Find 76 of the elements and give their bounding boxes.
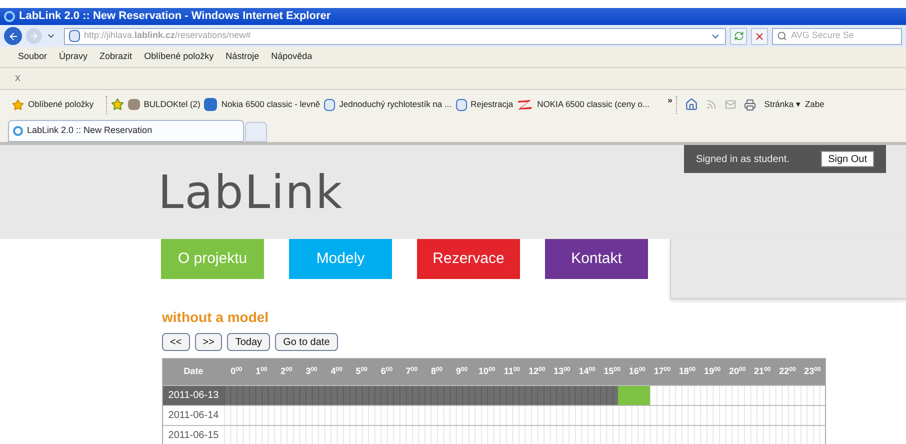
mail-icon[interactable] bbox=[725, 99, 736, 110]
site-logo[interactable]: LabLink bbox=[158, 169, 344, 215]
menu-item[interactable]: Nápověda bbox=[271, 50, 312, 64]
page-menu[interactable]: Stránka ▾ bbox=[764, 98, 801, 111]
column-header: 11$^{00}$ bbox=[502, 365, 522, 378]
calendar-button[interactable]: Today bbox=[227, 333, 270, 351]
feed-icon[interactable] bbox=[706, 99, 718, 110]
column-header: 12$^{00}$ bbox=[528, 365, 546, 378]
star-icon bbox=[12, 98, 24, 110]
overflow-chevron[interactable]: » bbox=[668, 94, 672, 107]
menu-item[interactable]: Oblíbené položky bbox=[144, 50, 214, 64]
column-header: 13$^{00}$ bbox=[552, 365, 572, 378]
favorite-link[interactable]: Nokia 6500 classic - levně bbox=[204, 98, 320, 111]
column-header: 1$^{00}$ bbox=[254, 365, 268, 378]
forward-arrow-icon bbox=[29, 31, 39, 41]
close-toolbar-text[interactable]: x bbox=[15, 70, 20, 87]
column-header: 5$^{00}$ bbox=[354, 365, 368, 378]
calendar-button[interactable]: >> bbox=[194, 333, 222, 351]
column-header: 0$^{00}$ bbox=[230, 365, 244, 378]
favorite-link[interactable]: NOKIA 6500 classic (ceny o... bbox=[517, 98, 650, 111]
column-header: 15$^{00}$ bbox=[602, 365, 622, 378]
window-title: LabLink 2.0 :: New Reservation - Windows Internet Explorer bbox=[19, 9, 331, 24]
back-arrow-icon bbox=[8, 30, 18, 42]
favorites-button[interactable]: Oblíbené položky bbox=[12, 98, 94, 111]
stop-button[interactable] bbox=[751, 28, 768, 44]
refresh-button[interactable] bbox=[730, 28, 747, 44]
column-header: 22$^{00}$ bbox=[778, 365, 797, 378]
menu-item[interactable]: Nástroje bbox=[226, 50, 260, 64]
column-header: 3$^{00}$ bbox=[304, 365, 318, 378]
favorite-link[interactable]: BULDOKtel (2) bbox=[128, 98, 200, 111]
column-header: 14$^{00}$ bbox=[578, 365, 596, 378]
nav-link[interactable]: Rezervace bbox=[417, 239, 520, 279]
calendar-button[interactable]: << bbox=[162, 333, 190, 351]
column-header: 6$^{00}$ bbox=[380, 365, 394, 378]
menu-item[interactable]: Zobrazit bbox=[100, 50, 132, 64]
signed-in-text: Signed in as student. bbox=[696, 152, 790, 166]
column-header: 16$^{00}$ bbox=[628, 365, 647, 378]
print-icon[interactable] bbox=[744, 98, 756, 110]
column-header: Date bbox=[182, 365, 204, 378]
column-header: 18$^{00}$ bbox=[678, 365, 697, 378]
back-button[interactable] bbox=[4, 27, 22, 45]
column-header: 21$^{00}$ bbox=[753, 365, 772, 378]
column-header: 10$^{00}$ bbox=[478, 365, 496, 378]
url-text: http://jihlava.lablink.cz/reservations/new# bbox=[84, 29, 251, 42]
column-header: 19$^{00}$ bbox=[702, 365, 722, 378]
logo-icon bbox=[517, 99, 534, 110]
safety-menu[interactable]: Zabe bbox=[804, 98, 824, 111]
column-header: 7$^{00}$ bbox=[404, 365, 419, 378]
date-cell[interactable]: 2011-06-13 bbox=[163, 386, 224, 405]
column-header: 9$^{00}$ bbox=[454, 365, 469, 378]
home-icon[interactable] bbox=[685, 98, 698, 111]
column-header: 20$^{00}$ bbox=[728, 365, 747, 378]
favorite-link[interactable]: Rejestracja bbox=[456, 98, 514, 111]
refresh-icon bbox=[734, 31, 744, 41]
nav-link[interactable]: Kontakt bbox=[545, 239, 648, 279]
calendar-button[interactable]: Go to date bbox=[275, 333, 338, 351]
sign-out-button[interactable]: Sign Out bbox=[821, 151, 874, 167]
column-header: 23$^{00}$ bbox=[803, 365, 822, 378]
menu-item[interactable]: Soubor bbox=[18, 50, 48, 64]
section-heading: without a model bbox=[162, 308, 270, 327]
search-icon bbox=[777, 31, 787, 41]
browser-icon bbox=[4, 11, 15, 22]
page-icon bbox=[456, 98, 467, 110]
menu-item[interactable]: Úpravy bbox=[59, 50, 88, 64]
column-header: 2$^{00}$ bbox=[280, 365, 294, 378]
column-header: 17$^{00}$ bbox=[652, 365, 672, 378]
favorite-link[interactable]: Jednoduchý rychlotestík na ... bbox=[324, 98, 452, 111]
column-header: 4$^{00}$ bbox=[330, 365, 344, 378]
close-icon bbox=[754, 30, 765, 42]
page-icon bbox=[324, 98, 336, 110]
app-icon bbox=[204, 98, 218, 111]
column-header: 8$^{00}$ bbox=[430, 365, 444, 378]
page-icon bbox=[69, 30, 80, 42]
reserved-time-block bbox=[618, 386, 650, 405]
browser-tab[interactable]: LabLink 2.0 :: New Reservation bbox=[8, 120, 244, 142]
add-favorite-icon[interactable] bbox=[110, 98, 124, 111]
